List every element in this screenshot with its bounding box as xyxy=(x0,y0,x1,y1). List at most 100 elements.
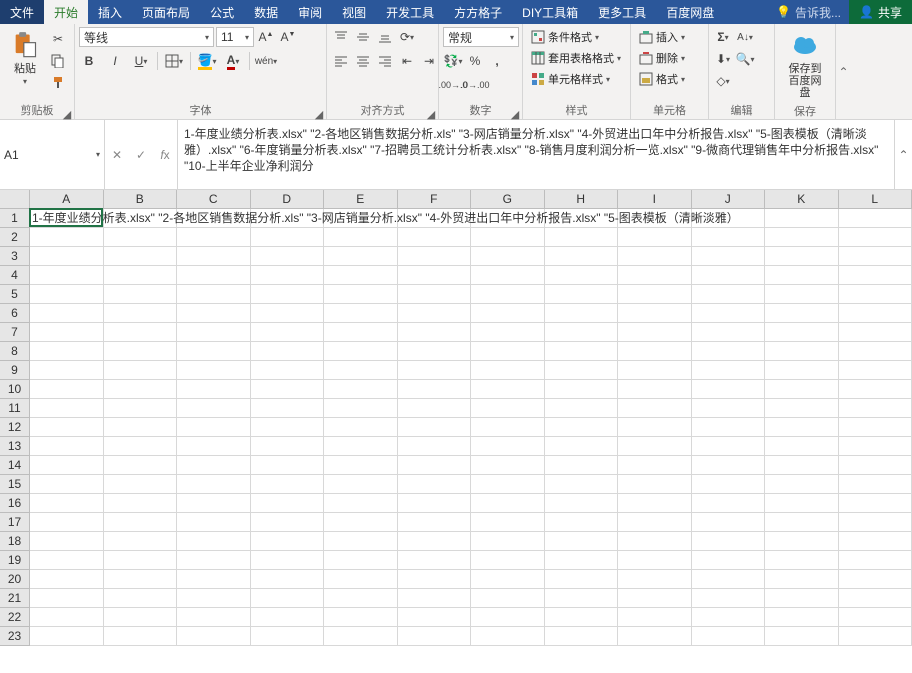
cell[interactable] xyxy=(177,266,251,285)
find-button[interactable]: 🔍▾ xyxy=(735,49,755,69)
cell[interactable] xyxy=(839,608,912,627)
row-header[interactable]: 5 xyxy=(0,285,30,304)
cell[interactable] xyxy=(545,513,619,532)
cell[interactable] xyxy=(545,418,619,437)
cell[interactable] xyxy=(839,532,912,551)
cell[interactable] xyxy=(471,361,545,380)
cell[interactable] xyxy=(324,608,398,627)
cell[interactable] xyxy=(398,532,472,551)
cell[interactable] xyxy=(30,266,104,285)
cell[interactable] xyxy=(251,399,325,418)
row-header[interactable]: 12 xyxy=(0,418,30,437)
row-header[interactable]: 21 xyxy=(0,589,30,608)
cell[interactable] xyxy=(104,285,178,304)
column-header[interactable]: A xyxy=(30,190,104,208)
cell[interactable] xyxy=(618,323,692,342)
increase-font-button[interactable]: A▲ xyxy=(256,27,276,47)
bold-button[interactable]: B xyxy=(79,51,99,71)
cell[interactable] xyxy=(765,228,839,247)
insert-function-button[interactable]: fx xyxy=(157,148,173,162)
cell[interactable] xyxy=(398,228,472,247)
cell[interactable] xyxy=(251,475,325,494)
align-center-button[interactable] xyxy=(353,51,373,71)
cell[interactable] xyxy=(545,361,619,380)
cell[interactable] xyxy=(765,266,839,285)
cell[interactable] xyxy=(471,437,545,456)
cell[interactable] xyxy=(104,627,178,646)
align-middle-button[interactable] xyxy=(353,27,373,47)
cell[interactable] xyxy=(692,589,766,608)
format-cells-button[interactable]: 格式▾ xyxy=(635,69,689,89)
cell[interactable] xyxy=(692,551,766,570)
cell[interactable] xyxy=(177,589,251,608)
cell[interactable] xyxy=(324,475,398,494)
cell[interactable] xyxy=(324,228,398,247)
row-header[interactable]: 20 xyxy=(0,570,30,589)
cell[interactable] xyxy=(839,437,912,456)
row-header[interactable]: 17 xyxy=(0,513,30,532)
cell[interactable] xyxy=(30,437,104,456)
cell[interactable] xyxy=(398,361,472,380)
cell[interactable] xyxy=(398,418,472,437)
align-top-button[interactable] xyxy=(331,27,351,47)
cell[interactable] xyxy=(251,551,325,570)
font-color-button[interactable]: A▾ xyxy=(223,51,243,71)
row-header[interactable]: 6 xyxy=(0,304,30,323)
column-header[interactable]: D xyxy=(251,190,325,208)
tell-me-search[interactable]: 💡 告诉我... xyxy=(768,0,849,24)
cell[interactable] xyxy=(177,399,251,418)
cell[interactable] xyxy=(839,399,912,418)
row-header[interactable]: 13 xyxy=(0,437,30,456)
tab-home[interactable]: 开始 xyxy=(44,0,88,24)
cell[interactable] xyxy=(398,342,472,361)
cancel-formula-button[interactable]: ✕ xyxy=(109,148,125,162)
cell[interactable] xyxy=(839,342,912,361)
cell[interactable] xyxy=(251,437,325,456)
cell[interactable] xyxy=(471,589,545,608)
column-header[interactable]: L xyxy=(839,190,912,208)
cell[interactable] xyxy=(765,494,839,513)
cell[interactable] xyxy=(618,513,692,532)
cell[interactable] xyxy=(471,323,545,342)
cell[interactable] xyxy=(104,551,178,570)
cell[interactable] xyxy=(618,418,692,437)
cell[interactable] xyxy=(618,608,692,627)
cell[interactable] xyxy=(692,304,766,323)
cell[interactable] xyxy=(30,475,104,494)
percent-button[interactable]: % xyxy=(465,51,485,71)
cell[interactable] xyxy=(471,608,545,627)
cell[interactable] xyxy=(324,513,398,532)
phonetic-button[interactable]: wén▾ xyxy=(256,51,276,71)
cell[interactable] xyxy=(692,285,766,304)
cell[interactable] xyxy=(618,266,692,285)
cell[interactable] xyxy=(30,608,104,627)
cell[interactable] xyxy=(545,532,619,551)
cell[interactable] xyxy=(104,589,178,608)
underline-button[interactable]: U▾ xyxy=(131,51,151,71)
cell[interactable] xyxy=(765,361,839,380)
cell[interactable] xyxy=(251,456,325,475)
cell[interactable] xyxy=(839,551,912,570)
format-table-button[interactable]: 套用表格格式▾ xyxy=(527,48,625,68)
conditional-format-button[interactable]: 条件格式▾ xyxy=(527,27,625,47)
cell[interactable] xyxy=(765,456,839,475)
cell[interactable] xyxy=(618,380,692,399)
cell[interactable] xyxy=(398,456,472,475)
cell[interactable] xyxy=(545,608,619,627)
cell[interactable] xyxy=(104,418,178,437)
cell[interactable] xyxy=(471,247,545,266)
cell[interactable] xyxy=(545,475,619,494)
cell[interactable] xyxy=(177,437,251,456)
cell[interactable] xyxy=(545,266,619,285)
cell[interactable] xyxy=(251,228,325,247)
cell[interactable] xyxy=(30,627,104,646)
cell[interactable] xyxy=(471,513,545,532)
cell[interactable] xyxy=(177,494,251,513)
tab-baidu[interactable]: 百度网盘 xyxy=(656,0,724,24)
cell[interactable] xyxy=(692,399,766,418)
cell[interactable] xyxy=(545,494,619,513)
cell[interactable] xyxy=(104,228,178,247)
cell[interactable] xyxy=(765,570,839,589)
cell[interactable] xyxy=(618,532,692,551)
tab-ffgz[interactable]: 方方格子 xyxy=(444,0,512,24)
